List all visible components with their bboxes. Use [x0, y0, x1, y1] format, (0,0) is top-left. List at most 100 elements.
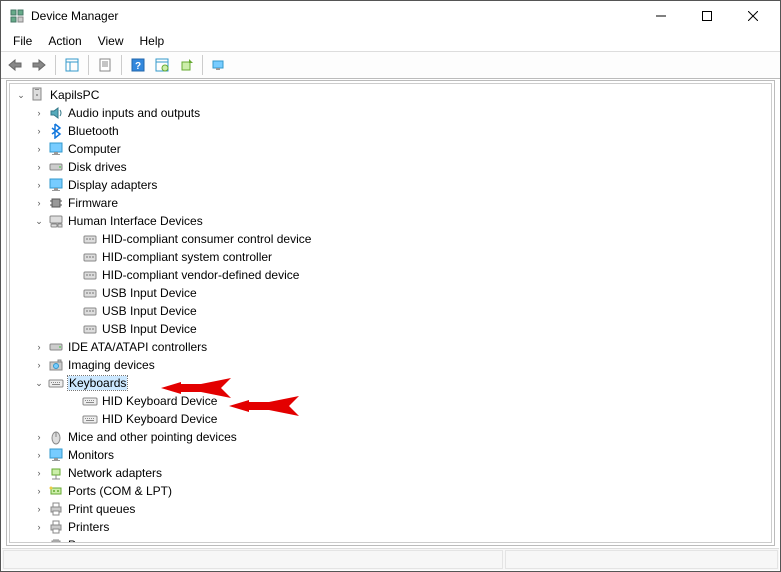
kb-icon — [48, 375, 64, 391]
title-bar: Device Manager — [1, 1, 780, 31]
hid-icon — [82, 285, 98, 301]
back-button[interactable] — [4, 54, 26, 76]
tree-category-node[interactable]: › Imaging devices — [10, 356, 771, 374]
expand-icon[interactable]: › — [32, 180, 46, 190]
tree-category-node[interactable]: ⌄ Keyboards — [10, 374, 771, 392]
tree-outer: ⌄ KapilsPC › Audio inputs and outputs › Bluet… — [6, 80, 775, 546]
expand-icon[interactable]: › — [32, 432, 46, 442]
maximize-button[interactable] — [684, 1, 730, 31]
node-label: HID-compliant system controller — [102, 250, 272, 264]
menu-help[interactable]: Help — [132, 32, 173, 50]
hid-icon — [82, 231, 98, 247]
tree-category-node[interactable]: › Audio inputs and outputs — [10, 104, 771, 122]
node-label: Audio inputs and outputs — [68, 106, 200, 120]
collapse-icon[interactable]: ⌄ — [32, 216, 46, 227]
collapse-icon[interactable]: ⌄ — [32, 378, 46, 389]
tree-device-node[interactable]: HID-compliant vendor-defined device — [10, 266, 771, 284]
tree-category-node[interactable]: › Disk drives — [10, 158, 771, 176]
node-label: Processors — [68, 538, 128, 543]
node-label: Computer — [68, 142, 121, 156]
node-label: Ports (COM & LPT) — [68, 484, 172, 498]
port-icon — [48, 483, 64, 499]
node-label: KapilsPC — [50, 88, 99, 102]
tree-device-node[interactable]: HID-compliant consumer control device — [10, 230, 771, 248]
expand-icon[interactable]: › — [32, 504, 46, 514]
expand-icon[interactable]: › — [32, 522, 46, 532]
show-hide-tree-button[interactable] — [61, 54, 83, 76]
node-label: Monitors — [68, 448, 114, 462]
tree-category-node[interactable]: › IDE ATA/ATAPI controllers — [10, 338, 771, 356]
print-icon — [48, 519, 64, 535]
tree-device-node[interactable]: HID Keyboard Device — [10, 410, 771, 428]
expand-icon[interactable]: › — [32, 360, 46, 370]
tree-category-node[interactable]: › Firmware — [10, 194, 771, 212]
tree-category-node[interactable]: ›Print queues — [10, 500, 771, 518]
expand-icon[interactable]: › — [32, 486, 46, 496]
net-icon — [48, 465, 64, 481]
node-label: Keyboards — [68, 376, 127, 390]
svg-text:?: ? — [135, 61, 141, 72]
help-button[interactable]: ? — [127, 54, 149, 76]
expand-icon[interactable]: › — [32, 162, 46, 172]
expand-icon[interactable]: › — [32, 144, 46, 154]
tree-category-node[interactable]: › Mice and other pointing devices — [10, 428, 771, 446]
tree-category-node[interactable]: ›Printers — [10, 518, 771, 536]
tree-category-node[interactable]: › Monitors — [10, 446, 771, 464]
tree-root-node[interactable]: ⌄ KapilsPC — [10, 86, 771, 104]
expand-icon[interactable]: › — [32, 126, 46, 136]
expand-icon[interactable]: › — [32, 108, 46, 118]
expand-icon[interactable]: › — [32, 468, 46, 478]
audio-icon — [48, 105, 64, 121]
tree-device-node[interactable]: USB Input Device — [10, 320, 771, 338]
tree-category-node[interactable]: › Ports (COM & LPT) — [10, 482, 771, 500]
disk-icon — [48, 159, 64, 175]
tree-category-node[interactable]: › Display adapters — [10, 176, 771, 194]
node-label: Mice and other pointing devices — [68, 430, 237, 444]
node-label: Display adapters — [68, 178, 157, 192]
devices-by-type-button[interactable] — [208, 54, 230, 76]
node-label: Firmware — [68, 196, 118, 210]
node-label: Imaging devices — [68, 358, 155, 372]
menu-action[interactable]: Action — [40, 32, 89, 50]
minimize-button[interactable] — [638, 1, 684, 31]
tree-device-node[interactable]: USB Input Device — [10, 284, 771, 302]
disk-icon — [48, 339, 64, 355]
expand-icon[interactable]: › — [32, 540, 46, 543]
tree-category-node[interactable]: › Processors — [10, 536, 771, 543]
add-hardware-button[interactable] — [175, 54, 197, 76]
tree-category-node[interactable]: ›Network adapters — [10, 464, 771, 482]
tree-category-node[interactable]: › Computer — [10, 140, 771, 158]
hid-icon — [82, 303, 98, 319]
properties-button[interactable] — [94, 54, 116, 76]
device-tree[interactable]: ⌄ KapilsPC › Audio inputs and outputs › Bluet… — [9, 83, 772, 543]
expand-icon[interactable]: › — [32, 450, 46, 460]
mouse-icon — [48, 429, 64, 445]
hid-icon — [48, 213, 64, 229]
monitor-icon — [48, 177, 64, 193]
tree-device-node[interactable]: HID-compliant system controller — [10, 248, 771, 266]
forward-button[interactable] — [28, 54, 50, 76]
node-label: Bluetooth — [68, 124, 119, 138]
close-button[interactable] — [730, 1, 776, 31]
tree-device-node[interactable]: HID Keyboard Device — [10, 392, 771, 410]
node-label: HID Keyboard Device — [102, 412, 217, 426]
node-label: Human Interface Devices — [68, 214, 203, 228]
expand-icon[interactable]: › — [32, 198, 46, 208]
scan-hardware-button[interactable] — [151, 54, 173, 76]
node-label: USB Input Device — [102, 286, 197, 300]
tree-category-node[interactable]: ⌄ Human Interface Devices — [10, 212, 771, 230]
expand-icon[interactable]: › — [32, 342, 46, 352]
tree-category-node[interactable]: › Bluetooth — [10, 122, 771, 140]
status-cell — [505, 550, 778, 569]
menu-view[interactable]: View — [90, 32, 132, 50]
node-label: Disk drives — [68, 160, 127, 174]
toolbar: ? — [1, 51, 780, 79]
tree-device-node[interactable]: USB Input Device — [10, 302, 771, 320]
node-label: IDE ATA/ATAPI controllers — [68, 340, 207, 354]
window-title: Device Manager — [31, 9, 638, 23]
status-bar — [2, 548, 779, 570]
cpu-icon — [48, 537, 64, 543]
menu-file[interactable]: File — [5, 32, 40, 50]
collapse-icon[interactable]: ⌄ — [14, 90, 28, 101]
hid-icon — [82, 249, 98, 265]
